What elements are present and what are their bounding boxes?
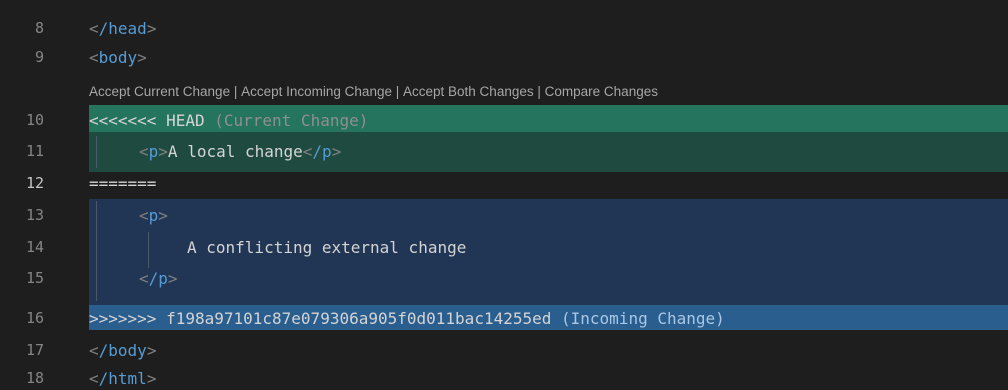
tag-close-bracket: > xyxy=(146,18,157,38)
line-number: 8 xyxy=(34,19,44,37)
code-line-13[interactable]: 13 < p > xyxy=(0,203,1008,227)
line-content: </body > xyxy=(89,340,157,360)
tag-open-bracket: < xyxy=(89,18,99,38)
line-number: 12 xyxy=(25,174,44,192)
code-line-16[interactable]: 16 >>>>>>> f198a97101c87e079306a905f0d01… xyxy=(0,306,1008,330)
code-line-14[interactable]: 14 A conflicting external change xyxy=(0,235,1008,259)
tag-name: p xyxy=(148,205,159,225)
line-number: 9 xyxy=(34,48,44,66)
code-line-9[interactable]: 9 < body > xyxy=(0,45,1008,69)
line-number: 13 xyxy=(25,206,44,224)
line-content: </p > xyxy=(139,268,178,288)
code-line-8[interactable]: 8 </head > xyxy=(0,16,1008,40)
line-number: 14 xyxy=(25,238,44,256)
code-line-15[interactable]: 15 </p > xyxy=(0,266,1008,290)
text-content: A conflicting external change xyxy=(187,237,467,257)
codelens-separator: | xyxy=(395,83,400,99)
tag-open-bracket: < xyxy=(89,47,99,67)
code-line-18[interactable]: 18 </html > xyxy=(0,366,1008,390)
line-content: < p > xyxy=(139,205,168,225)
tag-name: body xyxy=(98,47,138,67)
line-number: 16 xyxy=(25,309,44,327)
text-content: A local change xyxy=(167,141,303,161)
line-content: ======= xyxy=(89,171,156,195)
tag-name: /p xyxy=(312,141,332,161)
code-line-11[interactable]: 11 < p > A local change </p > xyxy=(0,139,1008,163)
line-content: < p > A local change </p > xyxy=(139,141,342,161)
line-content: </html > xyxy=(89,368,157,388)
accept-incoming-change-button[interactable]: Accept Incoming Change xyxy=(241,84,392,99)
line-number: 18 xyxy=(25,369,44,387)
line-number: 10 xyxy=(25,111,44,129)
line-content: A conflicting external change xyxy=(187,235,466,259)
line-content: </head > xyxy=(89,16,156,40)
codelens-separator: | xyxy=(537,83,541,99)
line-number: 11 xyxy=(25,142,44,160)
merge-conflict-codelens: Accept Current Change | Accept Incoming … xyxy=(89,81,658,101)
accept-current-change-button[interactable]: Accept Current Change xyxy=(89,84,230,99)
tag-name: p xyxy=(148,141,159,161)
line-content: >>>>>>> f198a97101c87e079306a905f0d011ba… xyxy=(89,306,725,330)
code-line-12[interactable]: 12 ======= xyxy=(0,171,1008,195)
line-number: 15 xyxy=(25,269,44,287)
code-line-10[interactable]: 10 <<<<<<< HEAD (Current Change) xyxy=(0,108,1008,132)
tag-close-bracket: > xyxy=(137,47,147,67)
current-change-label: (Current Change) xyxy=(214,110,369,130)
accept-both-changes-button[interactable]: Accept Both Changes xyxy=(403,84,534,99)
tag-name: /body xyxy=(98,340,147,360)
line-content: <<<<<<< HEAD (Current Change) xyxy=(89,108,368,132)
conflict-marker-incoming: >>>>>>> f198a97101c87e079306a905f0d011ba… xyxy=(89,308,552,328)
codelens-separator: | xyxy=(233,83,238,99)
conflict-marker-current: <<<<<<< HEAD xyxy=(89,110,205,130)
tag-name: /html xyxy=(98,368,147,388)
tag-name: /head xyxy=(98,18,147,38)
code-editor[interactable]: 8 </head > 9 < body > Accept Current Change… xyxy=(0,0,1008,390)
line-content: < body > xyxy=(89,45,147,69)
conflict-separator: ======= xyxy=(89,173,157,193)
line-number: 17 xyxy=(25,341,44,359)
compare-changes-button[interactable]: Compare Changes xyxy=(545,84,658,99)
tag-name: /p xyxy=(148,268,168,288)
code-line-17[interactable]: 17 </body > xyxy=(0,338,1008,362)
incoming-change-label: (Incoming Change) xyxy=(561,308,725,328)
